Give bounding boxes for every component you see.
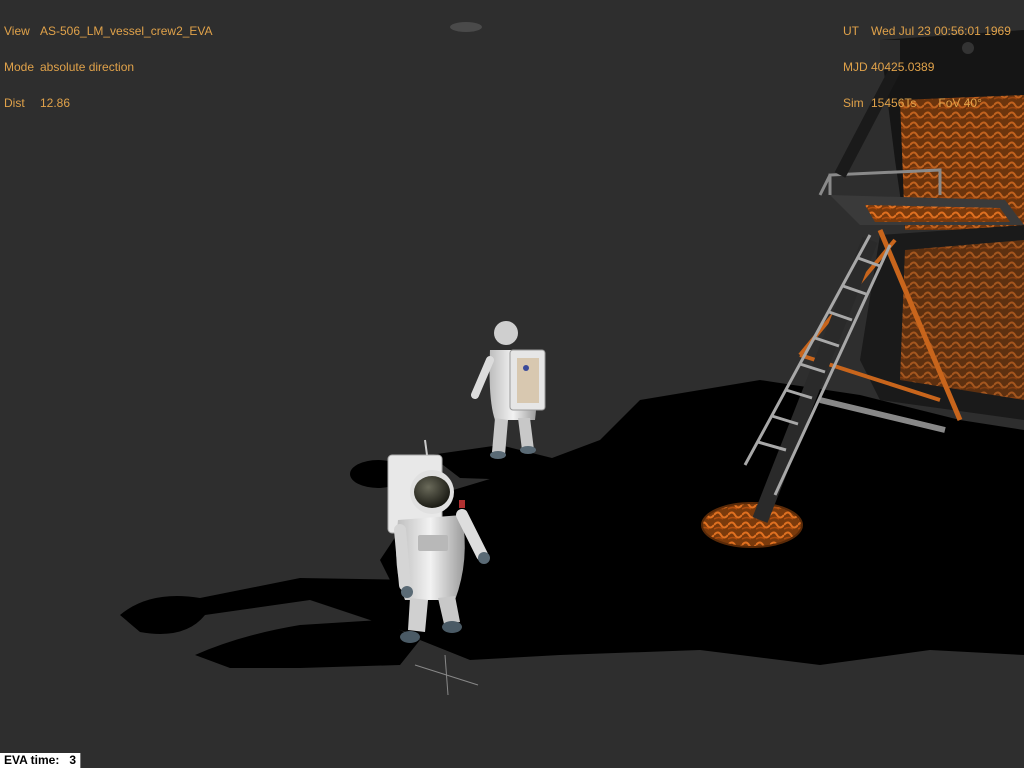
hud-time-info: UT Wed Jul 23 00:56:01 1969 MJD 40425.03… bbox=[843, 1, 1011, 121]
ut-value: Wed Jul 23 00:56:01 1969 bbox=[871, 24, 1011, 38]
dist-value: 12.86 bbox=[40, 96, 71, 110]
ut-label: UT bbox=[843, 24, 859, 38]
view-value: AS-506_LM_vessel_crew2_EVA bbox=[40, 24, 213, 38]
eva-time-label: EVA time: bbox=[4, 753, 60, 767]
eva-time-display: EVA time: 3 bbox=[0, 753, 82, 768]
sim-value: 15456Ts bbox=[871, 96, 917, 110]
mjd-label: MJD bbox=[843, 60, 868, 74]
hud-camera-info: View AS-506_LM_vessel_crew2_EVA Mode abs… bbox=[4, 1, 213, 121]
mjd-value: 40425.0389 bbox=[871, 60, 935, 74]
eva-time-value: 3 bbox=[69, 753, 77, 767]
fov-value: 40° bbox=[963, 96, 982, 110]
distant-rock bbox=[450, 22, 482, 32]
lander-footpad bbox=[701, 502, 803, 548]
mode-value: absolute direction bbox=[40, 60, 135, 74]
dist-label: Dist bbox=[4, 96, 25, 110]
view-label: View bbox=[4, 24, 30, 38]
fov-label: FoV bbox=[938, 96, 961, 110]
sim-label: Sim bbox=[843, 96, 864, 110]
mode-label: Mode bbox=[4, 60, 35, 74]
